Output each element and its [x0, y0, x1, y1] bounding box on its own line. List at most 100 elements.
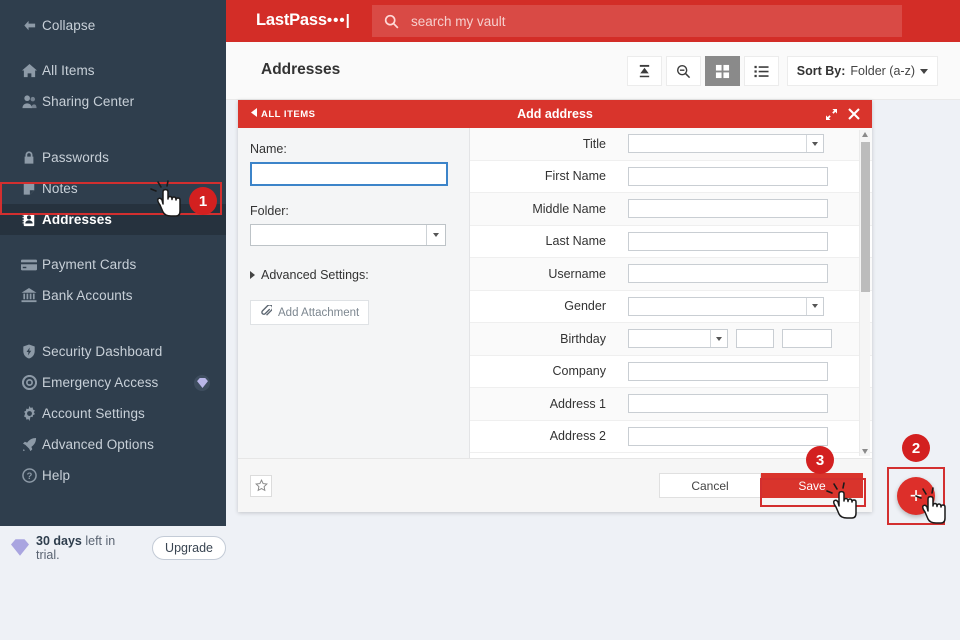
name-label: Name:: [250, 142, 455, 156]
field-row: Address 1: [470, 388, 872, 421]
lastpass-logo: LastPass•••|: [256, 11, 351, 30]
sidebar-item-label: Advanced Options: [42, 437, 154, 452]
save-button[interactable]: Save: [761, 473, 863, 498]
lastpass-vault-app: Collapse All Items Sharing Center Passwo…: [0, 0, 960, 640]
middle-name-input[interactable]: [628, 199, 828, 218]
sidebar-item-payment-cards[interactable]: Payment Cards: [0, 249, 226, 280]
favorite-button[interactable]: [250, 475, 272, 497]
field-label: Company: [470, 364, 620, 378]
last-name-input[interactable]: [628, 232, 828, 251]
logo-dots: •••|: [327, 12, 351, 29]
search-icon: [384, 14, 399, 29]
sort-by-dropdown[interactable]: Sort By: Folder (a-z): [787, 56, 938, 86]
gem-icon: [194, 375, 210, 391]
sidebar-item-bank-accounts[interactable]: Bank Accounts: [0, 280, 226, 311]
zoom-out-button[interactable]: [666, 56, 701, 86]
chevron-down-icon: [806, 298, 823, 315]
folder-label: Folder:: [250, 204, 455, 218]
gender-select[interactable]: [628, 297, 824, 316]
sidebar-item-sharing-center[interactable]: Sharing Center: [0, 86, 226, 117]
field-rows: Title First Name Middle Name Last Name: [470, 128, 872, 453]
birthday-month-select[interactable]: [628, 329, 728, 348]
dialog-actions: [826, 108, 860, 120]
field-row: Middle Name: [470, 193, 872, 226]
name-input[interactable]: [250, 162, 448, 186]
sidebar-item-emergency-access[interactable]: Emergency Access: [0, 367, 226, 398]
title-select[interactable]: [628, 134, 824, 153]
users-icon: [16, 94, 42, 109]
sidebar-item-all-items[interactable]: All Items: [0, 55, 226, 86]
advanced-settings-toggle[interactable]: Advanced Settings:: [250, 268, 455, 282]
sidebar-item-label: All Items: [42, 63, 95, 78]
dialog-body: Name: Folder: Advanced Settings: Add Att…: [238, 128, 872, 458]
username-input[interactable]: [628, 264, 828, 283]
chevron-down-icon: [920, 69, 928, 74]
add-attachment-button[interactable]: Add Attachment: [250, 300, 369, 325]
field-label: Last Name: [470, 234, 620, 248]
chevron-down-icon: [426, 225, 445, 245]
close-icon[interactable]: [848, 108, 860, 120]
sidebar-item-label: Account Settings: [42, 406, 145, 421]
trial-days: 30 days: [36, 534, 82, 548]
add-address-dialog: ALL ITEMS Add address Name: Folder:: [238, 100, 872, 512]
birthday-day-input[interactable]: [736, 329, 774, 348]
lifebuoy-icon: [16, 375, 42, 390]
fields-scrollbar[interactable]: [859, 130, 870, 456]
field-row: Company: [470, 356, 872, 389]
scroll-down-icon[interactable]: [862, 449, 868, 454]
address-1-input[interactable]: [628, 394, 828, 413]
sidebar-item-advanced-options[interactable]: Advanced Options: [0, 429, 226, 460]
scrollbar-thumb[interactable]: [861, 142, 870, 292]
sidebar-item-collapse[interactable]: Collapse: [0, 10, 226, 41]
dialog-header: ALL ITEMS Add address: [238, 100, 872, 128]
view-tools: Sort By: Folder (a-z): [627, 56, 938, 86]
sidebar-item-label: Notes: [42, 181, 78, 196]
export-button[interactable]: [627, 56, 662, 86]
sidebar-item-account-settings[interactable]: Account Settings: [0, 398, 226, 429]
folder-select[interactable]: [250, 224, 446, 246]
chevron-down-icon: [710, 330, 727, 347]
credit-card-icon: [16, 258, 42, 272]
address-2-input[interactable]: [628, 427, 828, 446]
field-row: Title: [470, 128, 872, 161]
sidebar-item-security-dashboard[interactable]: Security Dashboard: [0, 336, 226, 367]
field-label: Address 2: [470, 429, 620, 443]
scroll-up-icon[interactable]: [862, 132, 868, 137]
upgrade-button[interactable]: Upgrade: [152, 536, 226, 560]
dialog-footer: Cancel Save: [238, 458, 872, 512]
field-row: Last Name: [470, 226, 872, 259]
birthday-year-input[interactable]: [782, 329, 832, 348]
list-view-button[interactable]: [744, 56, 779, 86]
expand-icon[interactable]: [826, 109, 837, 120]
sidebar: Collapse All Items Sharing Center Passwo…: [0, 0, 226, 526]
sidebar-item-label: Passwords: [42, 150, 109, 165]
grid-view-button[interactable]: [705, 56, 740, 86]
field-row: Birthday: [470, 323, 872, 356]
advanced-settings-label: Advanced Settings:: [261, 268, 369, 282]
sidebar-item-label: Emergency Access: [42, 375, 158, 390]
dialog-left-pane: Name: Folder: Advanced Settings: Add Att…: [238, 128, 470, 458]
bank-icon: [16, 288, 42, 303]
field-label: Username: [470, 267, 620, 281]
add-attachment-label: Add Attachment: [278, 307, 359, 319]
company-input[interactable]: [628, 362, 828, 381]
field-label: Address 1: [470, 397, 620, 411]
cancel-button[interactable]: Cancel: [659, 473, 761, 498]
search-bar[interactable]: search my vault: [372, 5, 902, 37]
sidebar-item-label: Security Dashboard: [42, 344, 162, 359]
triangle-right-icon: [250, 271, 255, 279]
sidebar-item-help[interactable]: ? Help: [0, 460, 226, 491]
sidebar-item-passwords[interactable]: Passwords: [0, 142, 226, 173]
note-icon: [16, 181, 42, 196]
first-name-input[interactable]: [628, 167, 828, 186]
add-item-button[interactable]: +: [897, 477, 935, 515]
search-input[interactable]: search my vault: [411, 14, 506, 29]
annotation-badge-3: 3: [806, 446, 834, 474]
field-label: First Name: [470, 169, 620, 183]
question-circle-icon: ?: [16, 468, 42, 483]
field-row: First Name: [470, 161, 872, 194]
field-label: Middle Name: [470, 202, 620, 216]
dialog-title: Add address: [238, 107, 872, 121]
shield-icon: [16, 344, 42, 359]
annotation-badge-1: 1: [189, 187, 217, 215]
